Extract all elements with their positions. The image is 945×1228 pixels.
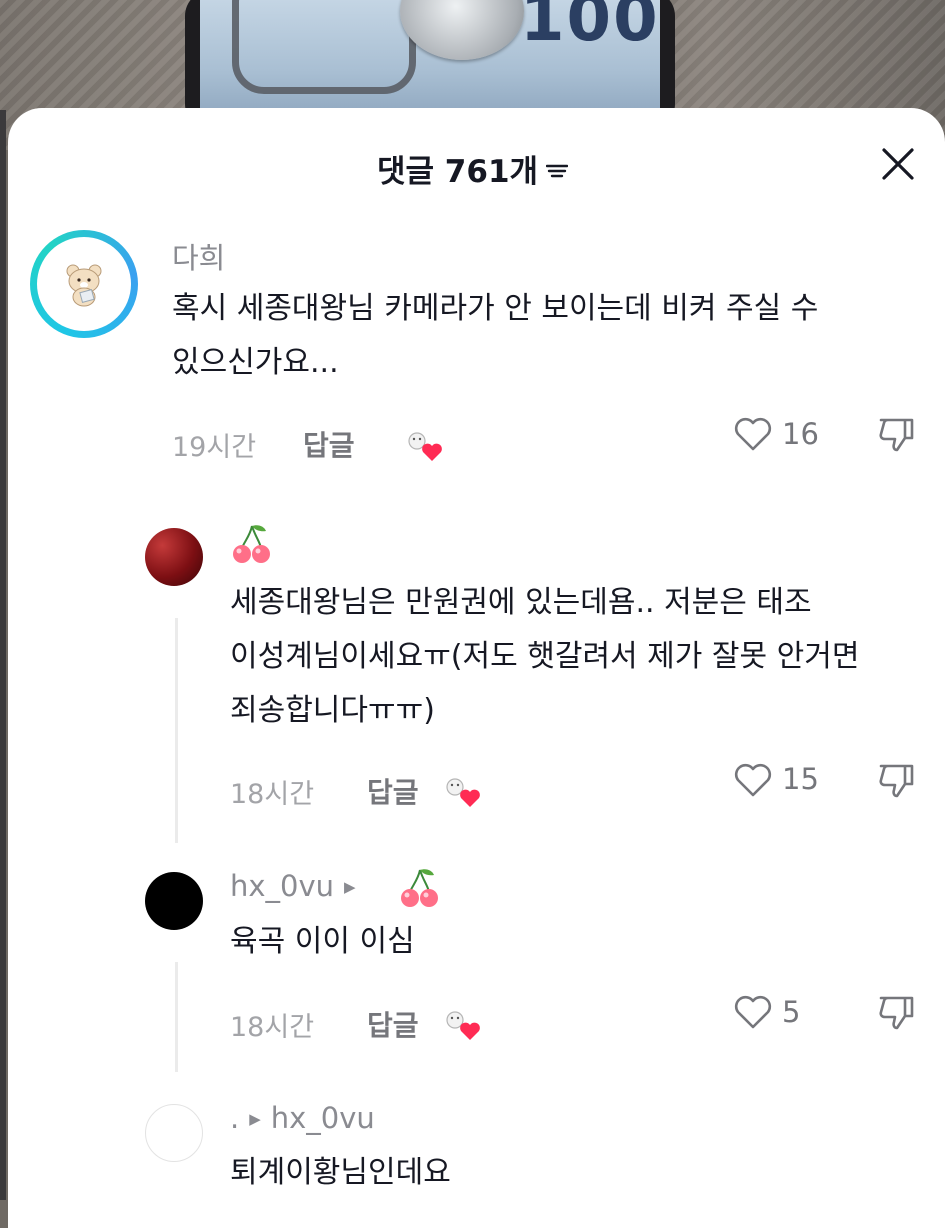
close-icon[interactable] xyxy=(880,146,916,182)
comment-text-line: 죄송합니다ㅠㅠ) xyxy=(230,693,435,728)
comments-header: 댓글 761개 xyxy=(0,146,945,191)
like-count: 15 xyxy=(782,762,819,796)
reply-arrow-icon: ▶ xyxy=(344,878,356,896)
comment-time: 18시간 xyxy=(230,1012,315,1043)
avatar[interactable] xyxy=(145,872,203,930)
comment-username-row: hx_0vu ▶ xyxy=(230,869,366,903)
reply-button[interactable]: 답글 xyxy=(303,424,355,464)
creator-liked-icon xyxy=(446,778,480,807)
heart-outline-icon[interactable] xyxy=(733,762,773,798)
comment-text-line: 세종대왕님은 만원권에 있는데욤.. 저분은 태조 xyxy=(230,585,812,620)
cherry-icon[interactable] xyxy=(230,522,274,566)
reply-arrow-icon: ▶ xyxy=(249,1110,261,1128)
comment-time: 18시간 xyxy=(230,779,315,810)
comment-username[interactable]: 다희 xyxy=(172,235,225,277)
reply-button[interactable]: 답글 xyxy=(367,771,419,811)
background-phone-ring xyxy=(232,0,416,94)
thumbs-down-icon[interactable] xyxy=(877,992,917,1032)
comment-username[interactable]: . xyxy=(230,1101,239,1135)
comment-text: 퇴계이황님인데요 xyxy=(230,1155,451,1190)
heart-outline-icon[interactable] xyxy=(733,994,773,1030)
comment-username-row: . ▶ hx_0vu xyxy=(230,1101,375,1135)
thread-line xyxy=(175,962,178,1072)
heart-outline-icon[interactable] xyxy=(733,416,773,452)
thumbs-down-icon[interactable] xyxy=(877,414,917,454)
comment-text-line: 혹시 세종대왕님 카메라가 안 보이는데 비켜 주실 수 xyxy=(172,291,819,326)
comment-text: 혹시 세종대왕님 카메라가 안 보이는데 비켜 주실 수 있으신가요... xyxy=(172,282,818,390)
cherry-icon[interactable] xyxy=(398,866,442,910)
like-count: 16 xyxy=(782,417,819,451)
comment-time: 19시간 xyxy=(172,432,257,463)
filter-icon[interactable] xyxy=(546,163,569,179)
comment-text: 육곡 이이 이심 xyxy=(230,924,415,959)
comment-text: 세종대왕님은 만원권에 있는데욤.. 저분은 태조 이성계님이세요ㅠ(저도 햇갈… xyxy=(230,576,859,738)
bear-avatar-icon xyxy=(66,264,102,307)
background-banknote: 100 xyxy=(520,0,660,56)
creator-liked-icon xyxy=(446,1011,480,1040)
comments-count-title: 댓글 761개 xyxy=(376,154,539,190)
creator-liked-icon xyxy=(408,432,442,461)
left-edge xyxy=(0,110,6,1200)
thumbs-down-icon[interactable] xyxy=(877,760,917,800)
avatar[interactable] xyxy=(145,528,203,586)
avatar[interactable] xyxy=(145,1104,203,1162)
reply-to-username[interactable]: hx_0vu xyxy=(271,1101,375,1135)
avatar[interactable] xyxy=(30,230,138,338)
comment-text-line: 있으신가요... xyxy=(172,345,339,380)
like-count: 5 xyxy=(782,995,801,1029)
thread-line xyxy=(175,618,178,843)
reply-button[interactable]: 답글 xyxy=(367,1004,419,1044)
comment-username[interactable]: hx_0vu xyxy=(230,869,334,903)
comment-text-line: 이성계님이세요ㅠ(저도 햇갈려서 제가 잘못 안거면 xyxy=(230,639,860,674)
